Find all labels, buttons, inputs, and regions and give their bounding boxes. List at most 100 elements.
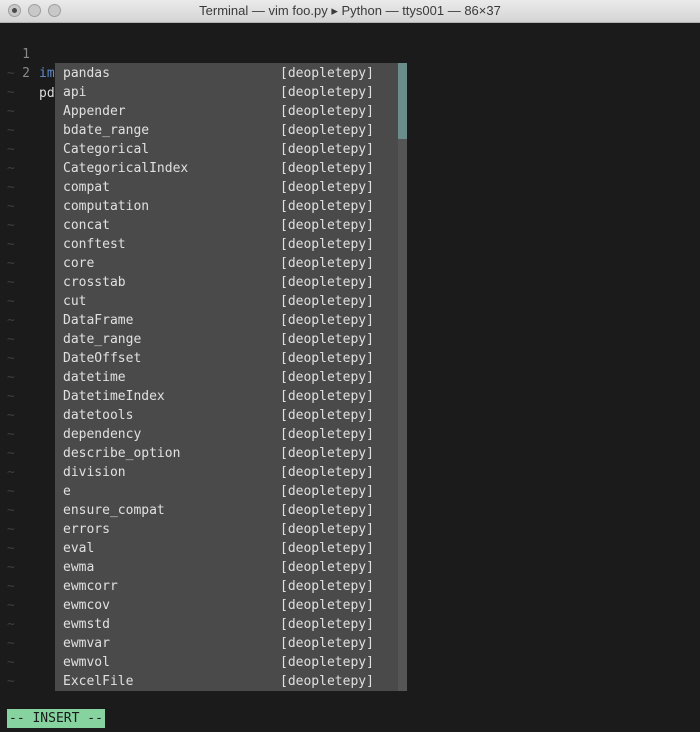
completion-word: datetime: [63, 370, 126, 385]
completion-word: DateOffset: [63, 351, 142, 366]
completion-source: [deopletepy]: [280, 408, 374, 423]
completion-item[interactable]: date_range [deopletepy]: [55, 330, 398, 349]
completion-item[interactable]: eval [deopletepy]: [55, 539, 398, 558]
completion-item[interactable]: ewmvol [deopletepy]: [55, 653, 398, 672]
completion-word: conftest: [63, 237, 126, 252]
completion-source: [deopletepy]: [280, 256, 374, 271]
completion-word: ensure_compat: [63, 503, 165, 518]
completion-source: [deopletepy]: [280, 123, 374, 138]
popup-scrollbar[interactable]: [398, 63, 407, 691]
completion-word: ewmvol: [63, 655, 110, 670]
completion-item[interactable]: ewmvar [deopletepy]: [55, 634, 398, 653]
completion-source: [deopletepy]: [280, 389, 374, 404]
tilde-marker: ~: [7, 161, 15, 176]
tilde-marker: ~: [7, 351, 15, 366]
tilde-marker: ~: [7, 427, 15, 442]
completion-word: ewmcorr: [63, 579, 118, 594]
completion-source: [deopletepy]: [280, 161, 374, 176]
completion-item[interactable]: compat [deopletepy]: [55, 178, 398, 197]
completion-word: Appender: [63, 104, 126, 119]
completion-item[interactable]: DataFrame [deopletepy]: [55, 311, 398, 330]
completion-item[interactable]: datetime [deopletepy]: [55, 368, 398, 387]
completion-item[interactable]: ewma [deopletepy]: [55, 558, 398, 577]
completion-item[interactable]: CategoricalIndex [deopletepy]: [55, 159, 398, 178]
completion-word: api: [63, 85, 87, 100]
tilde-marker: ~: [7, 66, 15, 81]
completion-item[interactable]: describe_option [deopletepy]: [55, 444, 398, 463]
terminal-window: Terminal — vim foo.py ▸ Python — ttys001…: [0, 0, 700, 732]
completion-word: e: [63, 484, 71, 499]
title-bar: Terminal — vim foo.py ▸ Python — ttys001…: [0, 0, 700, 23]
completion-item[interactable]: concat [deopletepy]: [55, 216, 398, 235]
completion-source: [deopletepy]: [280, 180, 374, 195]
completion-item[interactable]: Appender [deopletepy]: [55, 102, 398, 121]
completion-source: [deopletepy]: [280, 427, 374, 442]
tilde-marker: ~: [7, 85, 15, 100]
completion-word: errors: [63, 522, 110, 537]
completion-item[interactable]: DateOffset [deopletepy]: [55, 349, 398, 368]
completion-source: [deopletepy]: [280, 598, 374, 613]
completion-item[interactable]: cut [deopletepy]: [55, 292, 398, 311]
completion-source: [deopletepy]: [280, 617, 374, 632]
completion-word: compat: [63, 180, 110, 195]
tilde-marker: ~: [7, 237, 15, 252]
completion-source: [deopletepy]: [280, 275, 374, 290]
completion-item[interactable]: bdate_range [deopletepy]: [55, 121, 398, 140]
completion-word: DataFrame: [63, 313, 134, 328]
completion-item[interactable]: ExcelFile [deopletepy]: [55, 672, 398, 691]
completion-source: [deopletepy]: [280, 313, 374, 328]
tilde-marker: ~: [7, 598, 15, 613]
completion-word: ewmcov: [63, 598, 110, 613]
tilde-marker: ~: [7, 180, 15, 195]
completion-word: ewma: [63, 560, 95, 575]
completion-item[interactable]: datetools [deopletepy]: [55, 406, 398, 425]
tilde-marker: ~: [7, 579, 15, 594]
completion-item[interactable]: pandas [deopletepy]: [55, 64, 398, 83]
tilde-marker: ~: [7, 123, 15, 138]
completion-item[interactable]: dependency [deopletepy]: [55, 425, 398, 444]
completion-word: datetools: [63, 408, 134, 423]
tilde-marker: ~: [7, 199, 15, 214]
completion-item[interactable]: computation [deopletepy]: [55, 197, 398, 216]
tilde-marker: ~: [7, 484, 15, 499]
tilde-marker: ~: [7, 104, 15, 119]
buffer-line-2: 2 pd.: [0, 45, 71, 101]
completion-source: [deopletepy]: [280, 237, 374, 252]
completion-item[interactable]: ensure_compat [deopletepy]: [55, 501, 398, 520]
completion-item[interactable]: ewmcorr [deopletepy]: [55, 577, 398, 596]
completion-word: ewmstd: [63, 617, 110, 632]
popup-scrollbar-thumb[interactable]: [398, 63, 407, 139]
tilde-marker: ~: [7, 541, 15, 556]
completion-source: [deopletepy]: [280, 218, 374, 233]
completion-popup[interactable]: pandas [deopletepy] api [deopletepy] Appende…: [55, 63, 398, 691]
completion-source: [deopletepy]: [280, 85, 374, 100]
completion-item[interactable]: crosstab [deopletepy]: [55, 273, 398, 292]
completion-item[interactable]: division [deopletepy]: [55, 463, 398, 482]
completion-item[interactable]: conftest [deopletepy]: [55, 235, 398, 254]
completion-source: [deopletepy]: [280, 370, 374, 385]
completion-item[interactable]: ewmcov [deopletepy]: [55, 596, 398, 615]
completion-item[interactable]: DatetimeIndex [deopletepy]: [55, 387, 398, 406]
completion-item[interactable]: ewmstd [deopletepy]: [55, 615, 398, 634]
completion-word: concat: [63, 218, 110, 233]
completion-source: [deopletepy]: [280, 560, 374, 575]
completion-item[interactable]: api [deopletepy]: [55, 83, 398, 102]
completion-source: [deopletepy]: [280, 66, 374, 81]
window-title: Terminal — vim foo.py ▸ Python — ttys001…: [199, 3, 501, 18]
buffer-line-1: 1 import pandas as pd: [0, 26, 188, 81]
completion-word: date_range: [63, 332, 142, 347]
mode-indicator: -- INSERT --: [7, 709, 105, 728]
completion-source: [deopletepy]: [280, 294, 374, 309]
vim-editor[interactable]: 1 import pandas as pd 2 pd. ~ ~ ~ ~ ~ ~ ~ ~ ~ ~ ~ ~…: [0, 23, 700, 709]
completion-source: [deopletepy]: [280, 465, 374, 480]
completion-item[interactable]: e [deopletepy]: [55, 482, 398, 501]
completion-item[interactable]: core [deopletepy]: [55, 254, 398, 273]
completion-source: [deopletepy]: [280, 522, 374, 537]
tilde-marker: ~: [7, 389, 15, 404]
completion-source: [deopletepy]: [280, 351, 374, 366]
tilde-marker: ~: [7, 617, 15, 632]
tilde-marker: ~: [7, 636, 15, 651]
completion-item[interactable]: errors [deopletepy]: [55, 520, 398, 539]
completion-source: [deopletepy]: [280, 674, 374, 689]
completion-item[interactable]: Categorical [deopletepy]: [55, 140, 398, 159]
